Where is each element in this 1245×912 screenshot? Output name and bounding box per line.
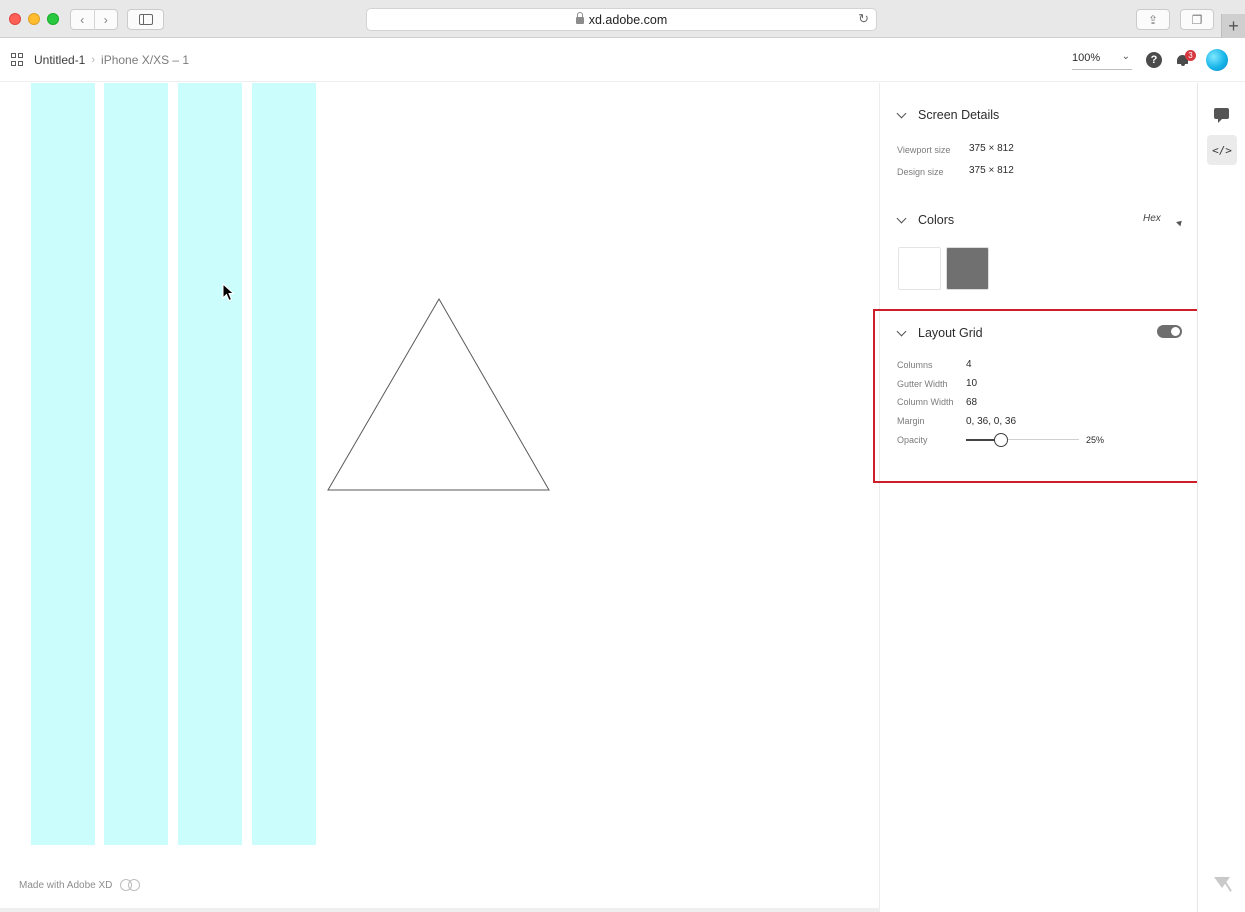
sidebar-icon [138, 14, 153, 25]
viewport-size-label: Viewport size [897, 145, 951, 155]
reload-icon[interactable]: ↻ [858, 11, 869, 27]
screen-details-title[interactable]: Screen Details [918, 108, 999, 122]
tabs-icon: ❐ [1191, 12, 1203, 27]
chevron-down-icon: ⌄ [1121, 51, 1130, 62]
address-bar[interactable]: xd.adobe.com ↻ [366, 8, 877, 31]
feedback-flag-icon[interactable] [1214, 877, 1230, 888]
share-icon: ⇪ [1147, 12, 1159, 27]
layout-grid-highlight-frame [873, 309, 1218, 483]
breadcrumb-chevron-icon: › [91, 54, 96, 66]
close-window-button[interactable] [9, 13, 21, 25]
back-button[interactable]: ‹ [71, 13, 94, 27]
design-size-label: Design size [897, 167, 944, 177]
artboard-name: iPhone X/XS – 1 [101, 53, 190, 67]
bottom-edge-bar [0, 908, 880, 912]
creative-cloud-icon [120, 878, 142, 892]
show-tabs-button[interactable]: ❐ [1180, 9, 1214, 30]
zoom-dropdown[interactable]: 100% ⌄ [1072, 51, 1132, 70]
home-grid-icon[interactable] [11, 53, 24, 66]
new-tab-button[interactable]: + [1221, 14, 1245, 38]
breadcrumb: Untitled-1 › iPhone X/XS – 1 [34, 53, 189, 67]
inspect-panel: Screen Details Viewport size 375 × 812 D… [873, 83, 1218, 912]
url-text: xd.adobe.com [588, 12, 668, 27]
made-with-footer: Made with Adobe XD [19, 878, 142, 892]
collapse-chevron-icon[interactable] [896, 213, 907, 224]
color-swatch[interactable] [946, 247, 989, 290]
document-name-link[interactable]: Untitled-1 [34, 53, 85, 67]
colors-title[interactable]: Colors [918, 213, 954, 227]
right-rail: </> [1197, 83, 1245, 912]
triangle-shape-layer [327, 298, 550, 491]
design-size-value: 375 × 812 [969, 165, 1014, 176]
forward-button[interactable]: › [94, 13, 117, 27]
comment-icon[interactable] [1214, 108, 1229, 123]
artboard-canvas[interactable] [0, 83, 879, 845]
notification-count-badge: 3 [1185, 50, 1196, 61]
app-header: Untitled-1 › iPhone X/XS – 1 100% ⌄ ? 3 [0, 38, 1245, 82]
triangle-shape[interactable] [327, 298, 550, 491]
browser-toolbar: ‹ › xd.adobe.com ↻ ⇪ ❐ + [0, 0, 1245, 38]
made-with-label: Made with Adobe XD [19, 879, 113, 891]
mouse-pointer-icon [222, 283, 235, 302]
fullscreen-window-button[interactable] [47, 13, 59, 25]
inspect-code-button[interactable]: </> [1207, 135, 1237, 165]
color-format-dropdown[interactable]: Hex [1143, 213, 1161, 224]
minimize-window-button[interactable] [28, 13, 40, 25]
help-icon[interactable]: ? [1146, 52, 1162, 68]
zoom-value: 100% [1072, 52, 1101, 64]
collapse-chevron-icon[interactable] [896, 108, 907, 119]
user-avatar[interactable] [1206, 49, 1228, 71]
dropdown-corner-icon [1176, 218, 1184, 227]
history-nav-group: ‹ › [70, 9, 118, 30]
sidebar-toggle-button[interactable] [127, 9, 164, 30]
share-button[interactable]: ⇪ [1136, 9, 1170, 30]
lock-icon [575, 12, 584, 24]
viewport-size-value: 375 × 812 [969, 143, 1014, 154]
color-swatch[interactable] [898, 247, 941, 290]
